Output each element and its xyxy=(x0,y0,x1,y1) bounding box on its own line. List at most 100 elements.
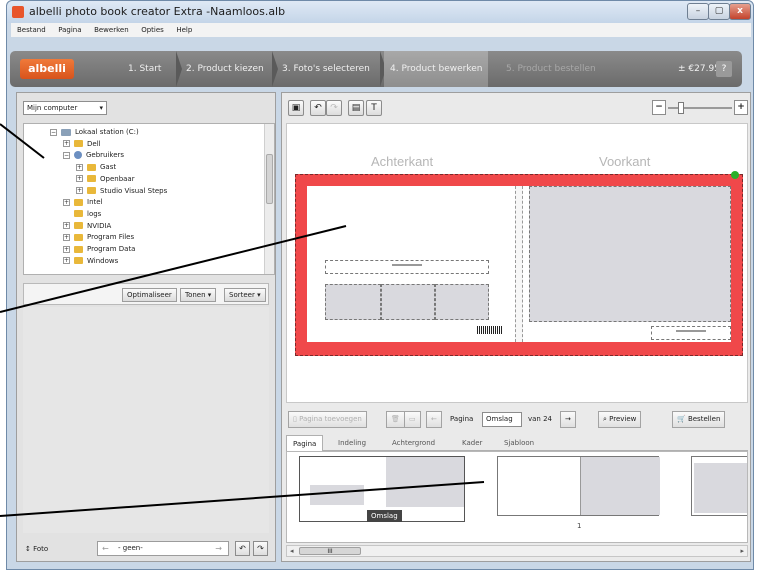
menu-opties[interactable]: Opties xyxy=(141,23,164,37)
front-text-frame[interactable] xyxy=(651,326,731,340)
arrow-right-icon[interactable]: ▸ xyxy=(740,546,744,556)
order-button[interactable]: 🛒 Bestellen xyxy=(672,411,726,428)
folder-icon xyxy=(87,175,96,183)
close-button[interactable]: x xyxy=(729,3,751,20)
tab-indeling[interactable]: Indeling xyxy=(332,435,372,451)
copy-page-button[interactable]: ▭ xyxy=(404,411,421,428)
zoom-slider-thumb[interactable] xyxy=(678,102,684,114)
sort-dropdown[interactable]: Sorteer ▾ xyxy=(224,288,266,302)
menu-bewerken[interactable]: Bewerken xyxy=(94,23,129,37)
rotate-right-button[interactable]: ↷ xyxy=(253,541,268,556)
tree-item[interactable]: + Program Data xyxy=(63,244,135,254)
arrow-right-icon[interactable]: → xyxy=(215,542,222,555)
redo-button[interactable]: ↷ xyxy=(326,100,342,116)
book-spine[interactable] xyxy=(515,186,523,342)
photo-thumbnail-area[interactable] xyxy=(23,307,269,533)
tab-sjabloon[interactable]: Sjabloon xyxy=(498,435,540,451)
thumbnail-scrollbar[interactable]: ◂ III ▸ xyxy=(286,545,748,557)
arrow-right-icon: → xyxy=(565,415,571,423)
delete-page-button[interactable]: 🗑 xyxy=(386,411,405,428)
prev-page-button[interactable]: ← xyxy=(426,411,442,428)
tree-item[interactable]: + Program Files xyxy=(63,232,134,242)
tree-item[interactable]: + Dell xyxy=(63,139,101,149)
menu-bestand[interactable]: Bestand xyxy=(17,23,46,37)
front-cover-page[interactable] xyxy=(523,186,731,342)
tab-kader[interactable]: Kader xyxy=(456,435,488,451)
back-photo-slot[interactable] xyxy=(325,284,381,320)
expand-icon[interactable]: + xyxy=(63,140,70,148)
expand-icon[interactable]: + xyxy=(76,163,83,171)
tree-item[interactable]: + Gast xyxy=(76,162,116,172)
step-product-kiezen[interactable]: 2. Product kiezen xyxy=(186,51,264,87)
tree-item[interactable]: + Openbaar xyxy=(76,174,135,184)
title-bar[interactable]: albelli photo book creator Extra -Naamlo… xyxy=(7,1,753,23)
editor-canvas[interactable]: Achterkant Voorkant xyxy=(286,123,748,403)
tree-item[interactable]: − Gebruikers xyxy=(63,150,124,160)
menu-pagina[interactable]: Pagina xyxy=(58,23,81,37)
foto-selector-value: - geen- xyxy=(118,544,143,552)
show-dropdown[interactable]: Tonen ▾ xyxy=(180,288,217,302)
back-text-frame[interactable] xyxy=(325,260,489,274)
rotate-left-button[interactable]: ↶ xyxy=(235,541,250,556)
tree-item[interactable]: + Intel xyxy=(63,197,103,207)
next-page-button[interactable]: → xyxy=(560,411,576,428)
resize-handle-icon[interactable] xyxy=(731,171,739,179)
back-photo-slot[interactable] xyxy=(435,284,489,320)
front-photo-slot[interactable] xyxy=(529,186,731,322)
collapse-icon[interactable]: − xyxy=(63,151,70,159)
add-pages-button[interactable]: ▯ Pagina toevoegen xyxy=(288,411,367,428)
expand-icon[interactable]: + xyxy=(76,187,83,194)
folder-icon xyxy=(74,140,83,148)
expand-icon[interactable]: + xyxy=(63,233,70,241)
minimize-button[interactable]: – xyxy=(687,3,709,20)
expand-icon[interactable]: + xyxy=(63,245,70,253)
text-frame-line xyxy=(392,264,422,266)
optimize-button[interactable]: Optimaliseer xyxy=(122,288,177,302)
tab-achtergrond[interactable]: Achtergrond xyxy=(386,435,441,451)
preview-button[interactable]: ⌕ Preview xyxy=(598,411,642,428)
tree-item[interactable]: + NVIDIA xyxy=(63,221,111,231)
help-button[interactable]: ? xyxy=(716,61,732,77)
tree-scrollbar[interactable] xyxy=(264,124,274,274)
back-cover-page[interactable] xyxy=(307,186,515,342)
collapse-icon[interactable]: − xyxy=(50,128,57,136)
tree-item-label: Studio Visual Steps xyxy=(100,186,168,195)
expand-icon[interactable]: + xyxy=(76,175,83,183)
maximize-button[interactable]: ▢ xyxy=(708,3,730,20)
zoom-out-button[interactable]: − xyxy=(652,100,666,115)
step-product-bestellen[interactable]: 5. Product bestellen xyxy=(506,51,596,87)
thumbnail-scroll-thumb[interactable]: III xyxy=(299,547,361,555)
folder-tree[interactable]: − Lokaal station (C:) + Dell − Gebruikers + Gas… xyxy=(23,123,275,275)
step-fotos-selecteren[interactable]: 3. Foto's selecteren xyxy=(282,51,370,87)
arrow-left-icon[interactable]: ◂ xyxy=(290,546,294,556)
cover-spread[interactable] xyxy=(295,171,743,356)
page-thumbnail[interactable] xyxy=(497,456,660,516)
foto-selector[interactable]: ← - geen- → xyxy=(97,541,229,556)
menu-help[interactable]: Help xyxy=(176,23,192,37)
tab-pagina[interactable]: Pagina xyxy=(286,435,324,451)
layout-button[interactable]: ▤ xyxy=(348,100,364,116)
copy-icon: ▭ xyxy=(409,415,416,423)
tree-item[interactable]: + Studio Visual Steps xyxy=(76,186,167,196)
tree-scroll-thumb[interactable] xyxy=(266,154,273,204)
step-product-bewerken[interactable]: 4. Product bewerken xyxy=(384,51,489,87)
tree-item[interactable]: logs xyxy=(63,209,101,219)
save-button[interactable]: ▣ xyxy=(288,100,304,116)
source-select[interactable]: Mijn computer ▾ xyxy=(23,101,107,115)
back-photo-slot[interactable] xyxy=(381,284,435,320)
page-select[interactable]: Omslag xyxy=(482,412,522,427)
rotate-right-icon: ↷ xyxy=(257,544,264,553)
expand-icon[interactable]: + xyxy=(63,257,70,265)
step-start[interactable]: 1. Start xyxy=(128,51,161,87)
add-pages-label: Pagina toevoegen xyxy=(299,415,362,423)
tree-item[interactable]: − Lokaal station (C:) xyxy=(50,127,139,137)
undo-button[interactable]: ↶ xyxy=(310,100,326,116)
tree-item[interactable]: + Windows xyxy=(63,256,118,266)
arrow-left-icon[interactable]: ← xyxy=(102,542,109,555)
page-thumbnail[interactable] xyxy=(691,456,747,516)
expand-icon[interactable]: + xyxy=(63,198,70,206)
tree-item-label: Openbaar xyxy=(100,174,135,183)
expand-icon[interactable]: + xyxy=(63,222,70,230)
zoom-in-button[interactable]: + xyxy=(734,100,748,115)
text-button[interactable]: T xyxy=(366,100,382,116)
